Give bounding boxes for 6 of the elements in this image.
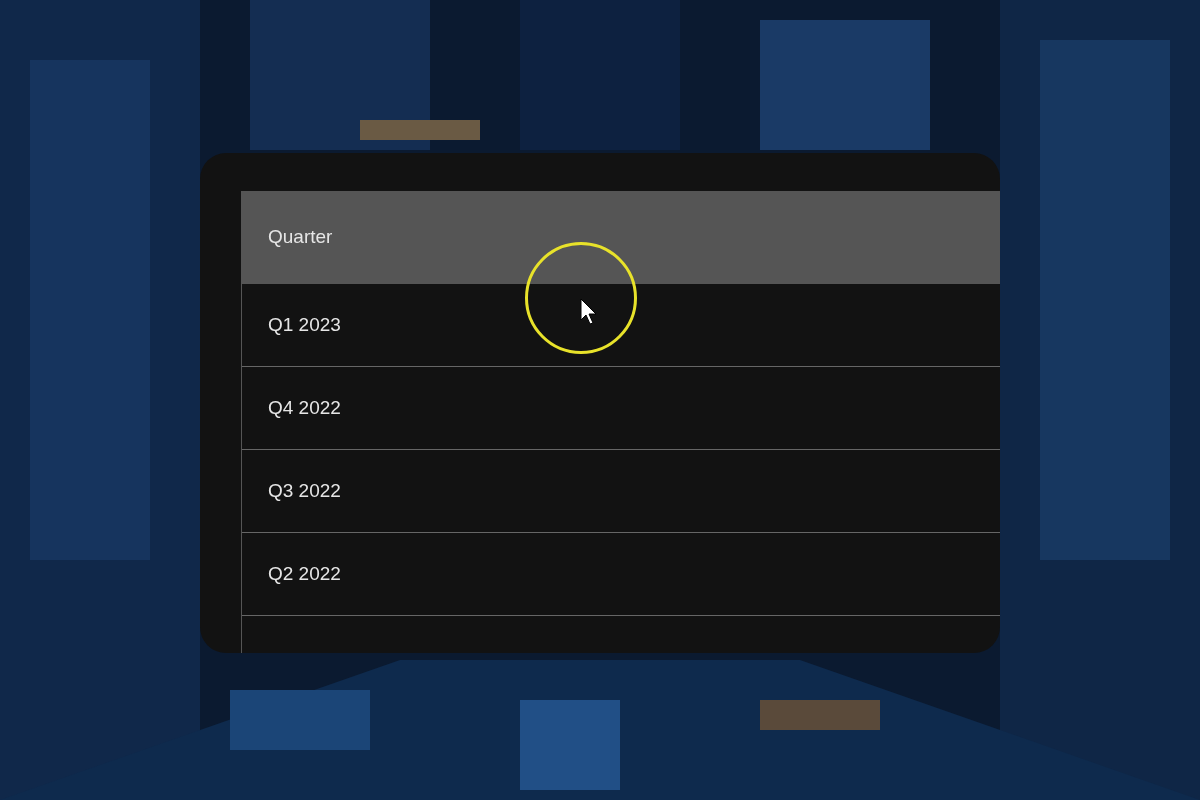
- table-cell-text: Q2 2022: [268, 561, 341, 586]
- table-cell-text: Q4 2022: [268, 395, 341, 420]
- column-header: Quarter: [242, 191, 1000, 284]
- pointer-icon: [580, 298, 598, 326]
- table-cell-text: Q3 2022: [268, 478, 341, 503]
- table-cell-text: Q1 2023: [268, 312, 341, 337]
